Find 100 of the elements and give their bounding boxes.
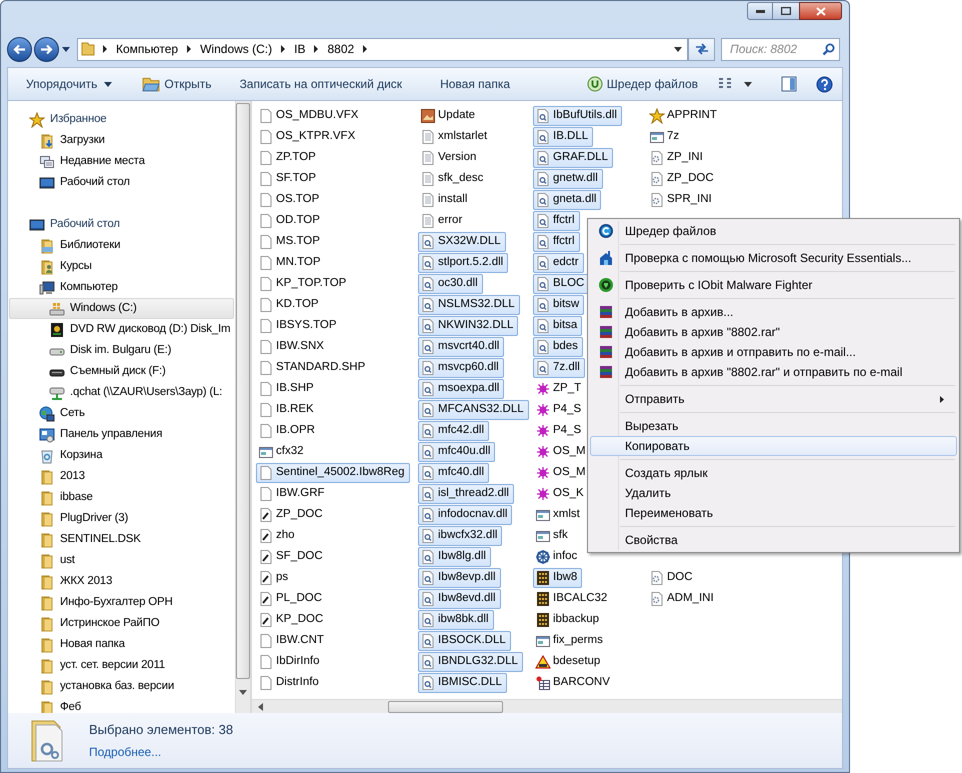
sidebar-item[interactable]: Компьютер: [9, 277, 234, 298]
file-item[interactable]: OS_M: [533, 442, 591, 462]
menu-item[interactable]: Удалить: [590, 483, 957, 503]
address-bar[interactable]: Компьютер Windows (C:) IB 8802: [77, 38, 688, 60]
sidebar-item[interactable]: ЖКХ 2013: [9, 571, 234, 592]
file-item[interactable]: ibbackup: [533, 610, 604, 630]
file-item[interactable]: KP_DOC: [256, 610, 328, 630]
file-item[interactable]: Ibw8: [533, 568, 582, 588]
file-item[interactable]: ibw8bk.dll: [418, 610, 494, 630]
file-item[interactable]: P4_S: [533, 420, 586, 440]
file-item[interactable]: SF_DOC: [256, 546, 328, 566]
file-item[interactable]: msvcrt40.dll: [418, 336, 504, 356]
file-item[interactable]: bitsw: [533, 294, 584, 314]
file-item[interactable]: edctr: [533, 252, 584, 272]
file-item[interactable]: Ibw8evp.dll: [418, 568, 501, 588]
file-item[interactable]: KP_TOP.TOP: [256, 274, 352, 294]
file-item[interactable]: oc30.dll: [418, 274, 483, 294]
file-item[interactable]: OD.TOP: [256, 210, 325, 230]
menu-item[interactable]: Проверить с IObit Malware Fighter: [590, 275, 957, 295]
file-item[interactable]: IBW.CNT: [256, 630, 329, 650]
file-item[interactable]: Sentinel_45002.Ibw8Reg: [256, 462, 410, 482]
file-item[interactable]: error: [418, 210, 468, 230]
toolbar-button[interactable]: Упорядочить: [20, 71, 118, 97]
file-item[interactable]: IBW.GRF: [256, 484, 330, 504]
file-item[interactable]: NSLMS32.DLL: [418, 294, 520, 314]
file-item[interactable]: infoc: [533, 546, 582, 566]
file-item[interactable]: bdesetup: [533, 652, 606, 672]
toolbar-button[interactable]: Открыть: [136, 71, 218, 97]
file-item[interactable]: OS_M: [533, 462, 591, 482]
file-item[interactable]: OS_KTPR.VFX: [256, 126, 360, 146]
file-item[interactable]: ffctrl: [533, 210, 580, 230]
sidebar-item[interactable]: Корзина: [9, 445, 234, 466]
sidebar-item[interactable]: Загрузки: [9, 130, 234, 151]
sidebar-item[interactable]: установка баз. версии: [9, 676, 234, 697]
file-item[interactable]: BLOC: [533, 274, 590, 294]
dropdown-caret-icon[interactable]: [674, 46, 682, 52]
file-item[interactable]: PL_DOC: [256, 588, 328, 608]
file-item[interactable]: mfc40u.dll: [418, 442, 496, 462]
file-item[interactable]: 7z.dll: [533, 358, 585, 378]
file-item[interactable]: IbDirInfo: [256, 652, 324, 672]
file-item[interactable]: bdes: [533, 336, 583, 356]
horizontal-scrollbar[interactable]: [252, 699, 842, 713]
file-item[interactable]: MS.TOP: [256, 232, 325, 252]
toolbar-button[interactable]: Шредер файлов: [580, 71, 704, 97]
file-item[interactable]: IBNDLG32.DLL: [418, 652, 523, 672]
menu-item[interactable]: Свойства: [590, 530, 957, 550]
file-item[interactable]: xmlst: [533, 504, 585, 524]
toolbar-button[interactable]: Записать на оптический диск: [234, 71, 408, 97]
file-item[interactable]: ADM_INI: [647, 588, 719, 608]
file-item[interactable]: sfk_desc: [418, 168, 488, 188]
breadcrumb[interactable]: Компьютер: [114, 40, 180, 58]
file-item[interactable]: install: [418, 190, 472, 210]
file-item[interactable]: ZP_INI: [647, 148, 708, 168]
file-item[interactable]: msoexpa.dll: [418, 378, 504, 398]
file-item[interactable]: BARCONV: [533, 672, 615, 692]
search-field[interactable]: Поиск: 8802: [721, 38, 840, 60]
file-item[interactable]: stlport.5.2.dll: [418, 252, 508, 272]
file-item[interactable]: Ibw8lg.dll: [418, 546, 491, 566]
file-item[interactable]: xmlstarlet: [418, 126, 492, 146]
menu-item[interactable]: Проверка с помощью Microsoft Security Essentials...: [590, 248, 957, 268]
sidebar-item[interactable]: Истринское РайПО: [9, 613, 234, 634]
sidebar-item[interactable]: Избранное: [9, 109, 234, 130]
file-item[interactable]: ZP_T: [533, 378, 586, 398]
forward-button[interactable]: [34, 36, 59, 62]
history-caret-icon[interactable]: [62, 46, 70, 52]
menu-item[interactable]: Добавить в архив "8802.rar" и отправить по e-mail: [590, 362, 957, 382]
file-item[interactable]: SX32W.DLL: [418, 232, 506, 252]
menu-item[interactable]: Шредер файлов: [590, 221, 957, 241]
sidebar-item[interactable]: .qchat (\\ZAUR\Users\Заур) (L:: [9, 382, 234, 403]
menu-item[interactable]: Добавить в архив и отправить по e-mail...: [590, 342, 957, 362]
file-item[interactable]: sfk: [533, 526, 573, 546]
file-item[interactable]: Update: [418, 106, 480, 126]
file-item[interactable]: msvcp60.dll: [418, 358, 504, 378]
breadcrumb[interactable]: Windows (C:): [198, 40, 274, 58]
sidebar-item[interactable]: ust: [9, 550, 234, 571]
file-item[interactable]: mfc40.dll: [418, 462, 490, 482]
sidebar-item[interactable]: Курсы: [9, 256, 234, 277]
menu-item[interactable]: Создать ярлык: [590, 463, 957, 483]
file-item[interactable]: ZP_DOC: [647, 168, 719, 188]
file-item[interactable]: IBMISC.DLL: [418, 672, 507, 692]
menu-item[interactable]: Отправить: [590, 389, 957, 409]
file-item[interactable]: zho: [256, 526, 300, 546]
file-item[interactable]: NKWIN32.DLL: [418, 316, 518, 336]
file-item[interactable]: IB.OPR: [256, 420, 320, 440]
file-item[interactable]: Version: [418, 148, 482, 168]
menu-item[interactable]: Переименовать: [590, 503, 957, 523]
file-item[interactable]: ffctrl: [533, 232, 580, 252]
sidebar-item[interactable]: Библиотеки: [9, 235, 234, 256]
sidebar-item[interactable]: Disk im. Bulgaru (E:): [9, 340, 234, 361]
sidebar-item[interactable]: Windows (C:): [9, 298, 234, 319]
menu-item[interactable]: Добавить в архив...: [590, 302, 957, 322]
file-item[interactable]: KD.TOP: [256, 294, 324, 314]
file-item[interactable]: IbBufUtils.dll: [533, 106, 622, 126]
menu-item[interactable]: Добавить в архив "8802.rar": [590, 322, 957, 342]
file-item[interactable]: MN.TOP: [256, 252, 326, 272]
sidebar-item[interactable]: Инфо-Бухгалтер ОРН: [9, 592, 234, 613]
sidebar-item[interactable]: Съемный диск (F:): [9, 361, 234, 382]
file-item[interactable]: ZP.TOP: [256, 148, 321, 168]
sidebar-item[interactable]: Рабочий стол: [9, 172, 234, 193]
file-item[interactable]: STANDARD.SHP: [256, 358, 370, 378]
